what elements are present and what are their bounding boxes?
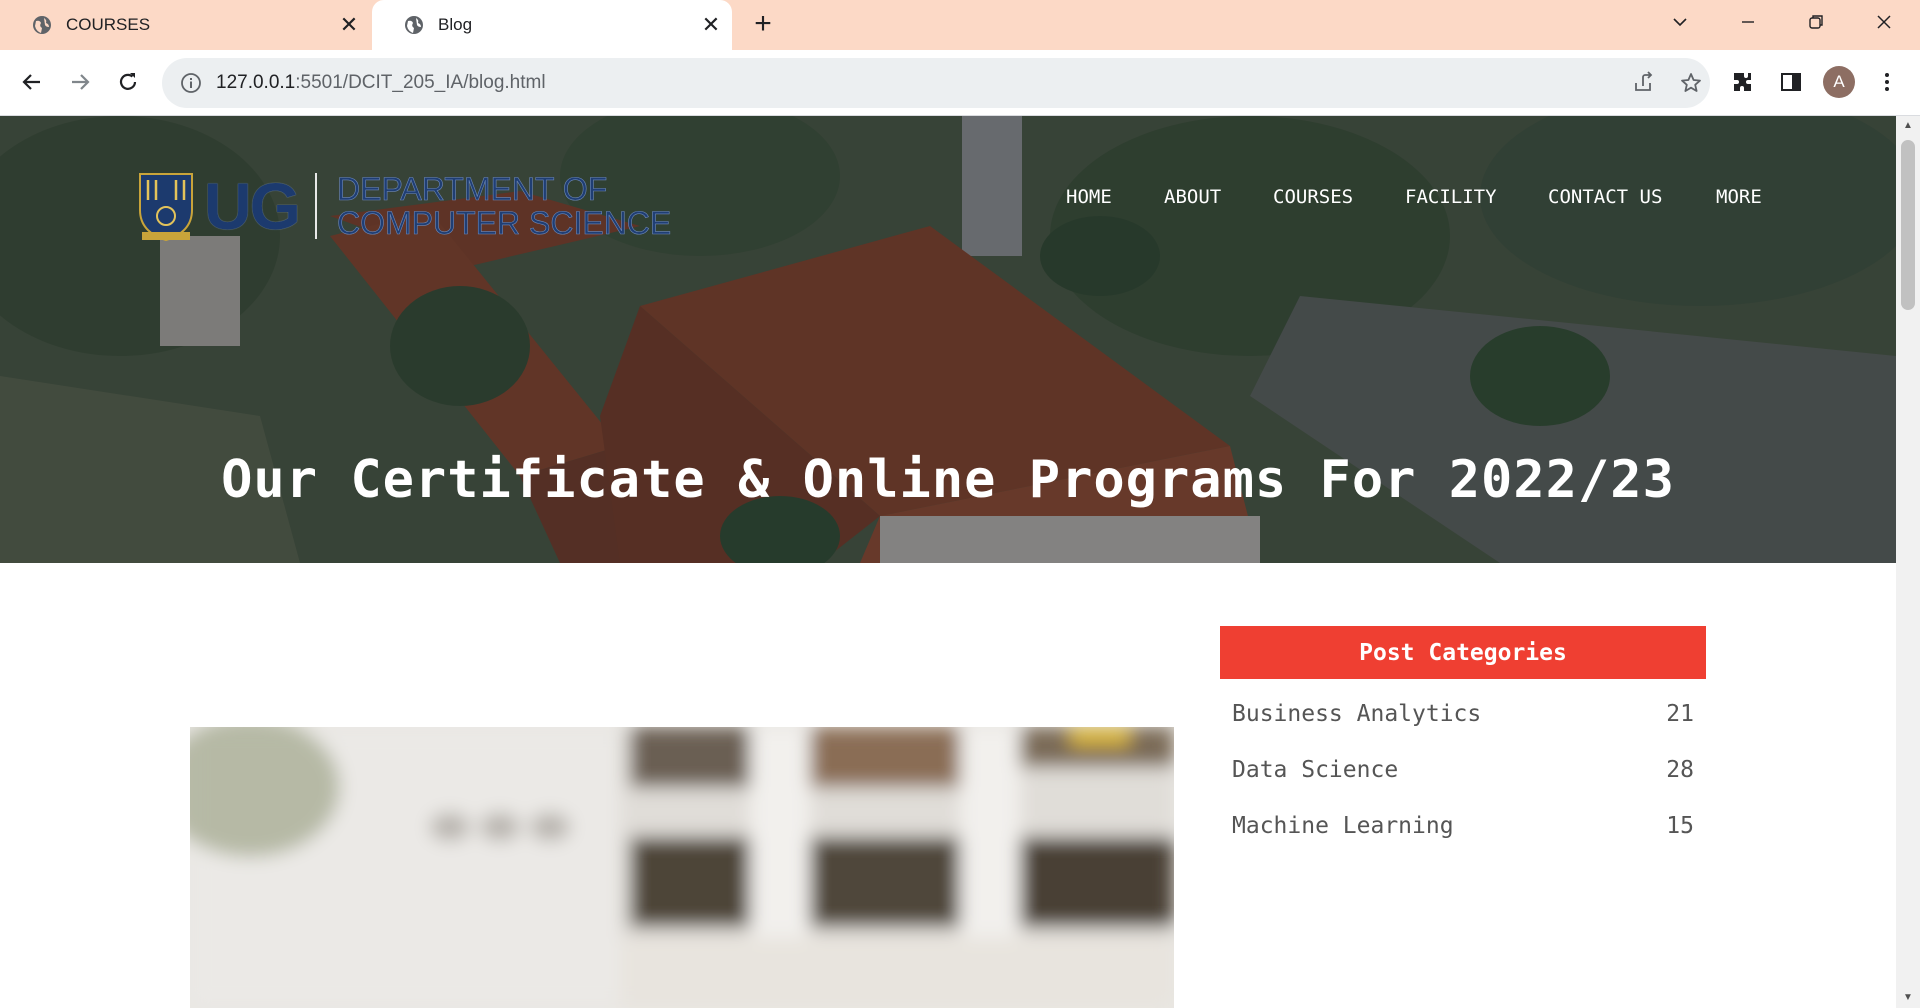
nav-courses[interactable]: COURSES [1273, 186, 1353, 208]
scroll-up-icon[interactable]: ▲ [1896, 116, 1920, 136]
restore-icon[interactable] [1786, 0, 1846, 44]
nav-contact-us[interactable]: CONTACT US [1548, 186, 1662, 208]
category-count: 15 [1666, 813, 1694, 839]
tab-courses[interactable]: COURSES ✕ [0, 0, 370, 50]
category-count: 28 [1666, 757, 1694, 783]
scroll-down-icon[interactable]: ▼ [1896, 988, 1920, 1008]
tab-blog[interactable]: Blog ✕ [372, 0, 732, 50]
category-item[interactable]: Machine Learning 15 [1232, 808, 1694, 844]
reload-icon[interactable] [108, 62, 148, 102]
hero-banner: UG DEPARTMENT OF COMPUTER SCIENCE HOME A… [0, 116, 1896, 563]
nav-about[interactable]: ABOUT [1164, 186, 1221, 208]
address-bar[interactable]: 127.0.0.1:5501/DCIT_205_IA/blog.html [162, 58, 1710, 108]
close-icon[interactable]: ✕ [698, 12, 724, 38]
category-item[interactable]: Business Analytics 21 [1232, 696, 1694, 732]
nav-more[interactable]: MORE [1716, 186, 1762, 208]
nav-facility[interactable]: FACILITY [1405, 186, 1497, 208]
tab-title: COURSES [66, 15, 151, 34]
tab-title: Blog [438, 15, 473, 34]
minimize-icon[interactable] [1718, 0, 1778, 44]
side-panel-icon[interactable] [1771, 62, 1811, 102]
page-title: Our Certificate & Online Programs For 20… [221, 450, 1675, 510]
avatar[interactable]: A [1819, 62, 1859, 102]
url-text: 127.0.0.1:5501/DCIT_205_IA/blog.html [216, 72, 546, 93]
extensions-icon[interactable] [1723, 62, 1763, 102]
category-count: 21 [1666, 701, 1694, 727]
nav-home[interactable]: HOME [1066, 186, 1112, 208]
page-viewport: UG DEPARTMENT OF COMPUTER SCIENCE HOME A… [0, 116, 1896, 1008]
category-name: Data Science [1232, 757, 1399, 783]
scrollbar-thumb[interactable] [1901, 140, 1915, 310]
close-icon[interactable]: ✕ [336, 12, 362, 38]
globe-icon [33, 16, 51, 34]
page-scrollbar[interactable]: ▲ ▼ [1896, 116, 1920, 1008]
back-icon[interactable] [12, 62, 52, 102]
forward-icon[interactable] [60, 62, 100, 102]
category-item[interactable]: Data Science 28 [1232, 752, 1694, 788]
category-name: Business Analytics [1232, 701, 1482, 727]
category-name: Machine Learning [1232, 813, 1454, 839]
plus-icon[interactable]: + [748, 9, 778, 40]
info-icon[interactable] [180, 72, 202, 94]
star-icon[interactable] [1676, 68, 1706, 98]
chevron-down-icon[interactable] [1650, 0, 1710, 44]
post-categories-heading: Post Categories [1220, 626, 1706, 679]
main-nav: HOME ABOUT COURSES FACILITY CONTACT US M… [0, 186, 1896, 222]
menu-icon[interactable] [1867, 62, 1907, 102]
blog-post-image[interactable] [190, 727, 1174, 1008]
browser-toolbar: 127.0.0.1:5501/DCIT_205_IA/blog.html A [0, 50, 1920, 116]
share-icon[interactable] [1628, 68, 1658, 98]
globe-icon [405, 16, 423, 34]
tab-strip: COURSES ✕ Blog ✕ + [0, 0, 1920, 50]
window-close-icon[interactable] [1854, 0, 1914, 44]
